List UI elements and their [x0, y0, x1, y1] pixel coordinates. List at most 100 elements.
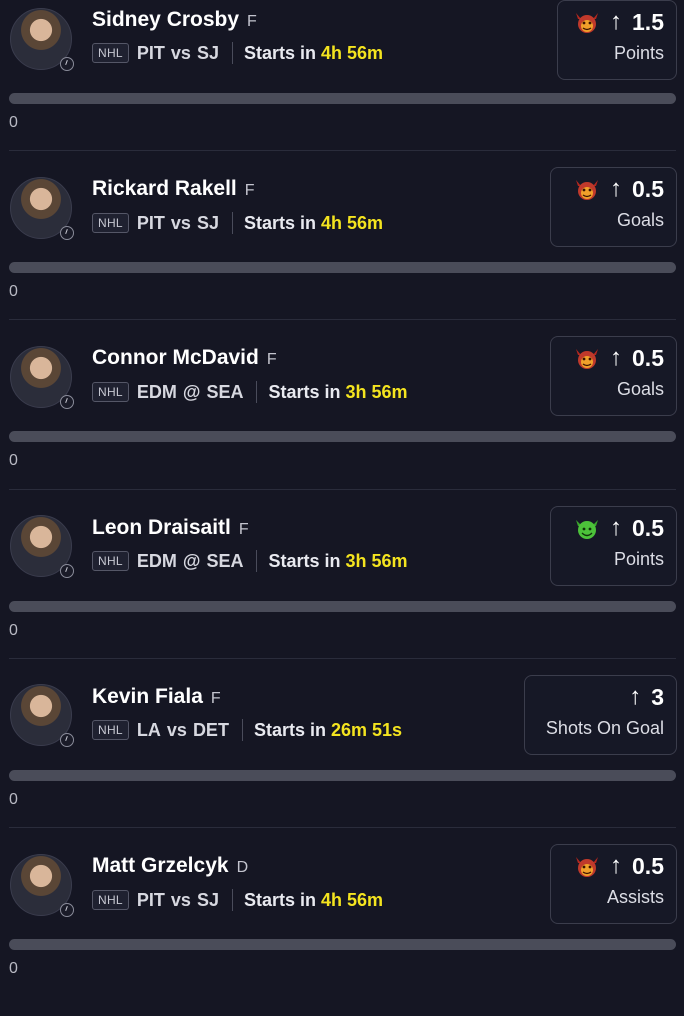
prop-pick-box[interactable]: ↑ 0.5 Assists: [550, 844, 677, 924]
league-badge: NHL: [92, 382, 129, 402]
progress-bar: [9, 770, 676, 781]
prop-line: 1.5: [632, 8, 664, 35]
progress-bar: [9, 93, 676, 104]
progress-value: 0: [9, 622, 18, 639]
red-demon-icon: [576, 857, 599, 877]
prop-stat: Goals: [616, 379, 664, 399]
divider: [231, 212, 233, 234]
prop-pick-box[interactable]: ↑ 0.5 Points: [550, 506, 677, 586]
player-position: F: [266, 351, 277, 368]
opponent: SEA: [206, 381, 244, 402]
progress-bar: [9, 262, 676, 273]
starts-label: Starts in: [253, 719, 326, 740]
countdown-timer: 4h 56m: [321, 42, 384, 63]
matchup-separator: @: [182, 381, 201, 402]
opponent: SEA: [206, 550, 244, 571]
prop-pick-box[interactable]: ↑ 0.5 Goals: [550, 336, 677, 416]
prop-line: 0.5: [632, 514, 664, 541]
team: LA: [136, 719, 161, 740]
team: PIT: [136, 889, 165, 910]
red-demon-icon: [576, 13, 599, 33]
prop-stat: Shots On Goal: [545, 718, 664, 738]
prop-pick-box[interactable]: ↑ 0.5 Goals: [550, 167, 677, 247]
player-name: Rickard Rakell: [92, 177, 237, 200]
clock-icon: [60, 395, 74, 409]
starts-label: Starts in: [243, 42, 317, 63]
team: PIT: [136, 212, 165, 233]
player-avatar: [10, 177, 74, 240]
team: EDM: [136, 550, 177, 571]
prop-pick-box[interactable]: ↑ 1.5 Points: [557, 0, 677, 80]
clock-icon: [60, 903, 74, 917]
divider: [231, 42, 233, 64]
card-divider: [9, 827, 676, 828]
arrow-up-icon: ↑: [610, 852, 623, 879]
player-avatar: [10, 684, 74, 747]
player-avatar: [10, 346, 74, 409]
card-divider: [9, 150, 676, 151]
arrow-up-icon: ↑: [610, 514, 623, 541]
opponent: SJ: [196, 212, 219, 233]
player-card[interactable]: Connor McDavid F NHL EDM @ SEA Starts in…: [0, 336, 684, 508]
league-badge: NHL: [92, 890, 129, 910]
player-avatar: [10, 515, 74, 578]
player-position: D: [236, 859, 249, 876]
countdown-timer: 26m 51s: [330, 719, 403, 740]
prop-stat: Goals: [616, 210, 664, 230]
countdown-timer: 3h 56m: [345, 550, 408, 571]
player-avatar: [10, 8, 74, 71]
player-card[interactable]: Matt Grzelcyk D NHL PIT vs SJ Starts in …: [0, 844, 684, 1016]
matchup-separator: vs: [170, 889, 191, 910]
prop-stat: Assists: [606, 887, 664, 907]
clock-icon: [60, 57, 74, 71]
opponent: SJ: [196, 42, 219, 63]
arrow-up-icon: ↑: [610, 344, 623, 371]
league-badge: NHL: [92, 551, 129, 571]
player-card[interactable]: Kevin Fiala F NHL LA vs DET Starts in 26…: [0, 675, 684, 847]
progress-bar: [9, 601, 676, 612]
arrow-up-icon: ↑: [610, 175, 623, 202]
player-prop-list: Sidney Crosby F NHL PIT vs SJ Starts in …: [0, 0, 684, 986]
divider: [256, 381, 258, 403]
player-name: Sidney Crosby: [92, 8, 240, 31]
matchup-separator: @: [182, 550, 201, 571]
player-name: Matt Grzelcyk: [92, 854, 229, 877]
player-name: Leon Draisaitl: [92, 516, 231, 539]
player-name: Connor McDavid: [92, 346, 259, 369]
red-demon-icon: [576, 349, 599, 369]
arrow-up-icon: ↑: [610, 8, 623, 35]
progress-value: 0: [9, 283, 18, 300]
green-goblin-icon: [576, 520, 599, 539]
progress-value: 0: [9, 791, 18, 808]
starts-label: Starts in: [268, 550, 341, 571]
progress-value: 0: [9, 114, 18, 131]
divider: [256, 550, 258, 572]
opponent: SJ: [196, 889, 219, 910]
prop-line: 3: [651, 683, 664, 710]
card-divider: [9, 319, 676, 320]
prop-line: 0.5: [632, 344, 664, 371]
player-position: F: [238, 521, 249, 538]
countdown-timer: 3h 56m: [345, 381, 408, 402]
progress-value: 0: [9, 960, 18, 977]
starts-label: Starts in: [243, 889, 317, 910]
red-demon-icon: [576, 180, 599, 200]
team: EDM: [136, 381, 177, 402]
matchup-separator: vs: [170, 212, 191, 233]
matchup-separator: vs: [170, 42, 191, 63]
player-card[interactable]: Leon Draisaitl F NHL EDM @ SEA Starts in…: [0, 506, 684, 678]
player-position: F: [244, 182, 255, 199]
progress-bar: [9, 431, 676, 442]
opponent: DET: [192, 719, 229, 740]
countdown-timer: 4h 56m: [321, 212, 384, 233]
league-badge: NHL: [92, 720, 129, 740]
player-card[interactable]: Sidney Crosby F NHL PIT vs SJ Starts in …: [0, 0, 684, 170]
divider: [231, 889, 233, 911]
starts-label: Starts in: [243, 212, 317, 233]
player-card[interactable]: Rickard Rakell F NHL PIT vs SJ Starts in…: [0, 167, 684, 339]
arrow-up-icon: ↑: [629, 683, 642, 710]
prop-pick-box[interactable]: ↑ 3 Shots On Goal: [524, 675, 677, 755]
starts-label: Starts in: [268, 381, 341, 402]
clock-icon: [60, 733, 74, 747]
player-avatar: [10, 854, 74, 917]
